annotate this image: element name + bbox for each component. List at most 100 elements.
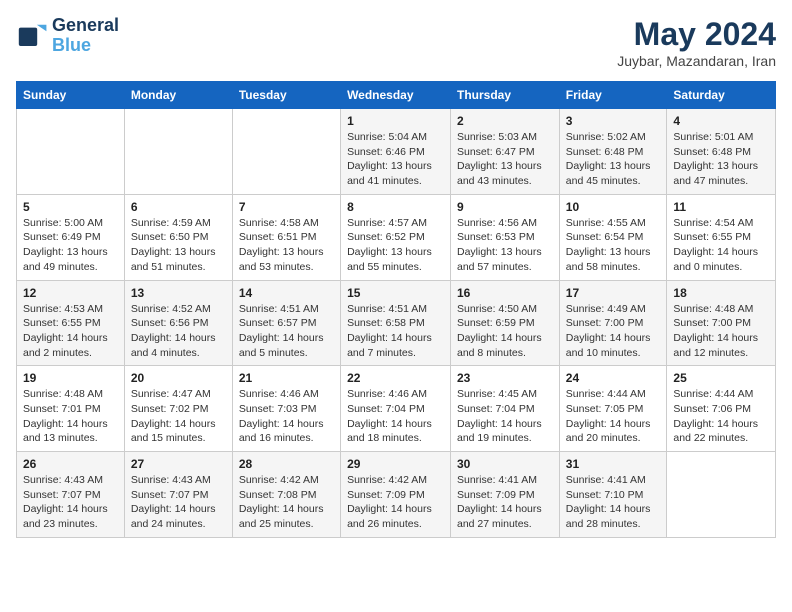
day-number: 2 bbox=[457, 114, 553, 128]
calendar-cell bbox=[232, 109, 340, 195]
weekday-header-row: SundayMondayTuesdayWednesdayThursdayFrid… bbox=[17, 82, 776, 109]
calendar-cell: 25 Sunrise: 4:44 AM Sunset: 7:06 PM Dayli… bbox=[667, 366, 776, 452]
calendar-cell bbox=[17, 109, 125, 195]
day-number: 31 bbox=[566, 457, 661, 471]
day-info: Sunrise: 4:44 AM Sunset: 7:05 PM Dayligh… bbox=[566, 387, 661, 446]
day-info: Sunrise: 4:54 AM Sunset: 6:55 PM Dayligh… bbox=[673, 216, 769, 275]
weekday-header-saturday: Saturday bbox=[667, 82, 776, 109]
day-number: 7 bbox=[239, 200, 334, 214]
day-number: 13 bbox=[131, 286, 226, 300]
day-info: Sunrise: 4:53 AM Sunset: 6:55 PM Dayligh… bbox=[23, 302, 118, 361]
calendar-cell: 29 Sunrise: 4:42 AM Sunset: 7:09 PM Dayli… bbox=[341, 452, 451, 538]
day-number: 4 bbox=[673, 114, 769, 128]
day-info: Sunrise: 5:01 AM Sunset: 6:48 PM Dayligh… bbox=[673, 130, 769, 189]
day-info: Sunrise: 4:52 AM Sunset: 6:56 PM Dayligh… bbox=[131, 302, 226, 361]
day-info: Sunrise: 5:04 AM Sunset: 6:46 PM Dayligh… bbox=[347, 130, 444, 189]
calendar-cell: 31 Sunrise: 4:41 AM Sunset: 7:10 PM Dayli… bbox=[559, 452, 667, 538]
day-info: Sunrise: 5:02 AM Sunset: 6:48 PM Dayligh… bbox=[566, 130, 661, 189]
day-info: Sunrise: 4:47 AM Sunset: 7:02 PM Dayligh… bbox=[131, 387, 226, 446]
weekday-header-wednesday: Wednesday bbox=[341, 82, 451, 109]
day-number: 23 bbox=[457, 371, 553, 385]
day-number: 25 bbox=[673, 371, 769, 385]
calendar-cell: 16 Sunrise: 4:50 AM Sunset: 6:59 PM Dayli… bbox=[451, 280, 560, 366]
day-number: 9 bbox=[457, 200, 553, 214]
calendar-cell: 26 Sunrise: 4:43 AM Sunset: 7:07 PM Dayli… bbox=[17, 452, 125, 538]
calendar-cell: 21 Sunrise: 4:46 AM Sunset: 7:03 PM Dayli… bbox=[232, 366, 340, 452]
day-info: Sunrise: 4:48 AM Sunset: 7:01 PM Dayligh… bbox=[23, 387, 118, 446]
calendar-cell: 11 Sunrise: 4:54 AM Sunset: 6:55 PM Dayli… bbox=[667, 194, 776, 280]
calendar-cell: 4 Sunrise: 5:01 AM Sunset: 6:48 PM Daylig… bbox=[667, 109, 776, 195]
calendar-cell: 7 Sunrise: 4:58 AM Sunset: 6:51 PM Daylig… bbox=[232, 194, 340, 280]
day-number: 27 bbox=[131, 457, 226, 471]
day-number: 21 bbox=[239, 371, 334, 385]
day-info: Sunrise: 4:43 AM Sunset: 7:07 PM Dayligh… bbox=[23, 473, 118, 532]
calendar-cell: 19 Sunrise: 4:48 AM Sunset: 7:01 PM Dayli… bbox=[17, 366, 125, 452]
day-info: Sunrise: 4:42 AM Sunset: 7:08 PM Dayligh… bbox=[239, 473, 334, 532]
day-info: Sunrise: 4:43 AM Sunset: 7:07 PM Dayligh… bbox=[131, 473, 226, 532]
day-info: Sunrise: 4:51 AM Sunset: 6:58 PM Dayligh… bbox=[347, 302, 444, 361]
day-number: 16 bbox=[457, 286, 553, 300]
day-info: Sunrise: 4:59 AM Sunset: 6:50 PM Dayligh… bbox=[131, 216, 226, 275]
day-number: 15 bbox=[347, 286, 444, 300]
day-number: 29 bbox=[347, 457, 444, 471]
page-header: General Blue May 2024 Juybar, Mazandaran… bbox=[16, 16, 776, 69]
calendar-table: SundayMondayTuesdayWednesdayThursdayFrid… bbox=[16, 81, 776, 538]
day-number: 11 bbox=[673, 200, 769, 214]
month-title: May 2024 bbox=[617, 16, 776, 53]
day-info: Sunrise: 4:46 AM Sunset: 7:04 PM Dayligh… bbox=[347, 387, 444, 446]
calendar-cell: 12 Sunrise: 4:53 AM Sunset: 6:55 PM Dayli… bbox=[17, 280, 125, 366]
calendar-cell: 3 Sunrise: 5:02 AM Sunset: 6:48 PM Daylig… bbox=[559, 109, 667, 195]
calendar-cell: 23 Sunrise: 4:45 AM Sunset: 7:04 PM Dayli… bbox=[451, 366, 560, 452]
day-info: Sunrise: 4:56 AM Sunset: 6:53 PM Dayligh… bbox=[457, 216, 553, 275]
day-number: 28 bbox=[239, 457, 334, 471]
day-info: Sunrise: 4:44 AM Sunset: 7:06 PM Dayligh… bbox=[673, 387, 769, 446]
calendar-cell: 30Sunrise: 4:41 AM Sunset: 7:09 PM Dayli… bbox=[451, 452, 560, 538]
calendar-cell: 18 Sunrise: 4:48 AM Sunset: 7:00 PM Dayli… bbox=[667, 280, 776, 366]
day-info: Sunrise: 4:48 AM Sunset: 7:00 PM Dayligh… bbox=[673, 302, 769, 361]
day-info: Sunrise: 4:58 AM Sunset: 6:51 PM Dayligh… bbox=[239, 216, 334, 275]
day-info: Sunrise: 4:46 AM Sunset: 7:03 PM Dayligh… bbox=[239, 387, 334, 446]
calendar-cell: 15 Sunrise: 4:51 AM Sunset: 6:58 PM Dayli… bbox=[341, 280, 451, 366]
calendar-week-row: 19 Sunrise: 4:48 AM Sunset: 7:01 PM Dayli… bbox=[17, 366, 776, 452]
day-info: Sunrise: 4:41 AM Sunset: 7:09 PM Dayligh… bbox=[457, 473, 553, 532]
calendar-cell: 1 Sunrise: 5:04 AM Sunset: 6:46 PM Daylig… bbox=[341, 109, 451, 195]
day-number: 17 bbox=[566, 286, 661, 300]
calendar-cell: 10Sunrise: 4:55 AM Sunset: 6:54 PM Dayli… bbox=[559, 194, 667, 280]
weekday-header-friday: Friday bbox=[559, 82, 667, 109]
day-number: 8 bbox=[347, 200, 444, 214]
day-number: 20 bbox=[131, 371, 226, 385]
day-info: Sunrise: 4:41 AM Sunset: 7:10 PM Dayligh… bbox=[566, 473, 661, 532]
weekday-header-sunday: Sunday bbox=[17, 82, 125, 109]
day-info: Sunrise: 4:45 AM Sunset: 7:04 PM Dayligh… bbox=[457, 387, 553, 446]
day-info: Sunrise: 4:50 AM Sunset: 6:59 PM Dayligh… bbox=[457, 302, 553, 361]
day-number: 5 bbox=[23, 200, 118, 214]
day-number: 1 bbox=[347, 114, 444, 128]
day-number: 14 bbox=[239, 286, 334, 300]
calendar-cell: 6Sunrise: 4:59 AM Sunset: 6:50 PM Daylig… bbox=[124, 194, 232, 280]
location: Juybar, Mazandaran, Iran bbox=[617, 53, 776, 69]
title-block: May 2024 Juybar, Mazandaran, Iran bbox=[617, 16, 776, 69]
day-number: 26 bbox=[23, 457, 118, 471]
day-number: 19 bbox=[23, 371, 118, 385]
day-number: 12 bbox=[23, 286, 118, 300]
calendar-cell: 5 Sunrise: 5:00 AM Sunset: 6:49 PM Daylig… bbox=[17, 194, 125, 280]
logo-icon bbox=[16, 20, 48, 52]
calendar-week-row: 1 Sunrise: 5:04 AM Sunset: 6:46 PM Daylig… bbox=[17, 109, 776, 195]
day-number: 10 bbox=[566, 200, 661, 214]
day-number: 18 bbox=[673, 286, 769, 300]
day-number: 22 bbox=[347, 371, 444, 385]
calendar-cell: 13 Sunrise: 4:52 AM Sunset: 6:56 PM Dayli… bbox=[124, 280, 232, 366]
day-info: Sunrise: 4:51 AM Sunset: 6:57 PM Dayligh… bbox=[239, 302, 334, 361]
day-number: 3 bbox=[566, 114, 661, 128]
weekday-header-thursday: Thursday bbox=[451, 82, 560, 109]
day-info: Sunrise: 5:00 AM Sunset: 6:49 PM Dayligh… bbox=[23, 216, 118, 275]
day-number: 24 bbox=[566, 371, 661, 385]
day-info: Sunrise: 4:49 AM Sunset: 7:00 PM Dayligh… bbox=[566, 302, 661, 361]
calendar-cell bbox=[667, 452, 776, 538]
calendar-cell bbox=[124, 109, 232, 195]
calendar-week-row: 12 Sunrise: 4:53 AM Sunset: 6:55 PM Dayli… bbox=[17, 280, 776, 366]
day-info: Sunrise: 5:03 AM Sunset: 6:47 PM Dayligh… bbox=[457, 130, 553, 189]
day-info: Sunrise: 4:42 AM Sunset: 7:09 PM Dayligh… bbox=[347, 473, 444, 532]
calendar-cell: 2 Sunrise: 5:03 AM Sunset: 6:47 PM Daylig… bbox=[451, 109, 560, 195]
calendar-cell: 22 Sunrise: 4:46 AM Sunset: 7:04 PM Dayli… bbox=[341, 366, 451, 452]
